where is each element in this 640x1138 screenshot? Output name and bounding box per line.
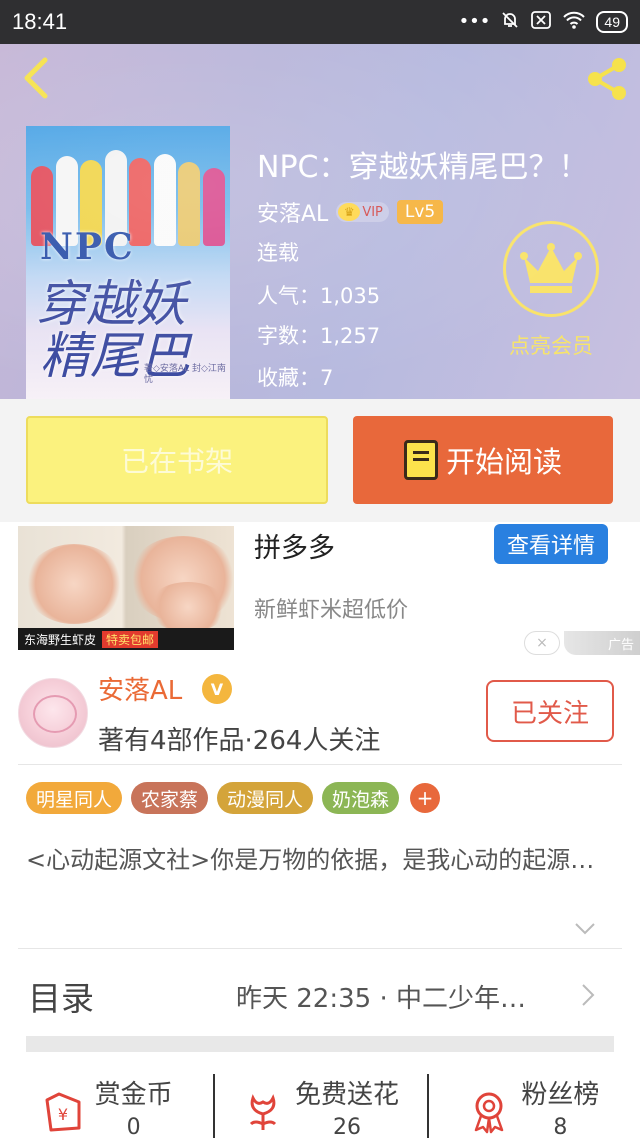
chevron-down-icon[interactable] [574,922,596,936]
status-time: 18:41 [12,9,68,34]
action-row: ¥ 赏金币 0 免费送花 26 粉丝榜 8 [0,1068,640,1138]
fan-ranking-button[interactable]: 粉丝榜 8 [426,1068,640,1138]
status-icons: ••• 49 [459,10,628,34]
author-row: 安落AL ♛ VIP Lv5 [257,196,444,228]
start-reading-label: 开始阅读 [445,445,562,479]
ad-label: 广告 [564,631,640,655]
ad-close-area: × 广告 [524,630,640,656]
ad-details-button[interactable]: 查看详情 [494,524,608,564]
cover-npc-text: NPC [40,226,135,268]
book-word-count: 字数：1,257 [257,324,381,348]
mute-bell-icon [500,10,520,34]
start-reading-button[interactable]: 开始阅读 [353,416,613,504]
svg-text:¥: ¥ [58,1105,68,1124]
status-bar: 18:41 ••• 49 [0,0,640,44]
share-icon [588,58,626,100]
back-button[interactable] [14,56,58,100]
crown-icon [520,243,582,293]
action-count: 0 [126,1115,141,1138]
ad-image[interactable]: 东海野生虾皮 特卖包邮 [18,526,234,650]
send-flower-button[interactable]: 免费送花 26 [213,1068,426,1138]
tag-list: 明星同人 农家蔡 动漫同人 奶泡森 + [26,782,441,814]
no-sim-icon [530,10,552,34]
book-favorites: 收藏：7 [257,366,334,390]
divider [18,948,622,949]
tag-item[interactable]: 动漫同人 [217,782,314,814]
cover-credit: 著◇安落AL 封◇江南忧 [144,364,226,385]
author-name[interactable]: 安落AL [257,196,328,228]
ad-description: 新鲜虾米超低价 [254,598,409,623]
flower-icon [249,1094,277,1130]
action-label: 赏金币 [94,1080,173,1110]
avatar[interactable] [18,678,88,748]
author-card: 安落AL V 著有4部作品·264人关注 已关注 明星同人 农家蔡 动漫同人 奶… [0,660,640,1138]
on-shelf-button[interactable]: 已在书架 [26,416,328,504]
close-icon[interactable]: × [524,631,560,655]
section-separator [26,1036,614,1052]
follow-button[interactable]: 已关注 [486,680,614,742]
verified-icon: V [202,674,232,704]
wifi-icon [562,10,586,34]
ad-title[interactable]: 拼多多 [254,526,335,565]
chevron-right-icon[interactable] [580,982,596,1008]
action-count: 26 [332,1115,361,1138]
book-cover[interactable]: NPC 穿越妖 精尾巴 著◇安落AL 封◇江南忧 [26,126,230,399]
ad-image-tag: 特卖包邮 [102,630,159,648]
divider [18,764,622,765]
ad-image-caption-text: 东海野生虾皮 [24,632,97,647]
vip-membership-label[interactable]: 点亮会员 [495,330,607,360]
tag-item[interactable]: 农家蔡 [131,782,209,814]
chevron-left-icon [24,57,48,99]
book-icon [403,440,438,480]
book-title: NPC：穿越妖精尾巴？！ [257,150,589,185]
vip-badge-label: VIP [362,204,383,220]
crown-icon: ♛ [338,203,361,221]
action-count: 8 [553,1115,568,1138]
ad-image-caption: 东海野生虾皮 特卖包邮 [18,628,234,650]
toc-latest-update[interactable]: 昨天 22:35 · 中二少年… [236,978,526,1015]
author-card-name[interactable]: 安落AL [98,670,182,707]
medal-icon [475,1092,504,1134]
tag-item[interactable]: 奶泡森 [322,782,400,814]
add-tag-button[interactable]: + [410,783,441,813]
action-label: 免费送花 [294,1080,399,1110]
book-intro[interactable]: <心动起源文社>你是万物的依据，是我心动的起源… [26,844,618,877]
signal-dots-icon: ••• [458,11,491,32]
reward-coins-button[interactable]: ¥ 赏金币 0 [0,1068,213,1138]
vip-badge: ♛ VIP [336,202,389,222]
share-button[interactable] [582,54,632,104]
tag-item[interactable]: 明星同人 [26,782,123,814]
action-label: 粉丝榜 [521,1080,600,1110]
red-envelope-icon: ¥ [45,1092,81,1132]
book-popularity: 人气：1,035 [257,284,381,308]
level-badge: Lv5 [396,200,444,224]
vip-membership-button[interactable] [503,221,599,317]
ad-banner[interactable]: 东海野生虾皮 特卖包邮 拼多多 查看详情 新鲜虾米超低价 × 广告 [0,522,640,660]
book-status: 连载 [257,241,299,265]
author-stats: 著有4部作品·264人关注 [98,726,381,756]
toc-label[interactable]: 目录 [28,972,94,1020]
book-header: NPC 穿越妖 精尾巴 著◇安落AL 封◇江南忧 NPC：穿越妖精尾巴？！ 安落… [0,44,640,399]
battery-indicator: 49 [596,11,628,33]
